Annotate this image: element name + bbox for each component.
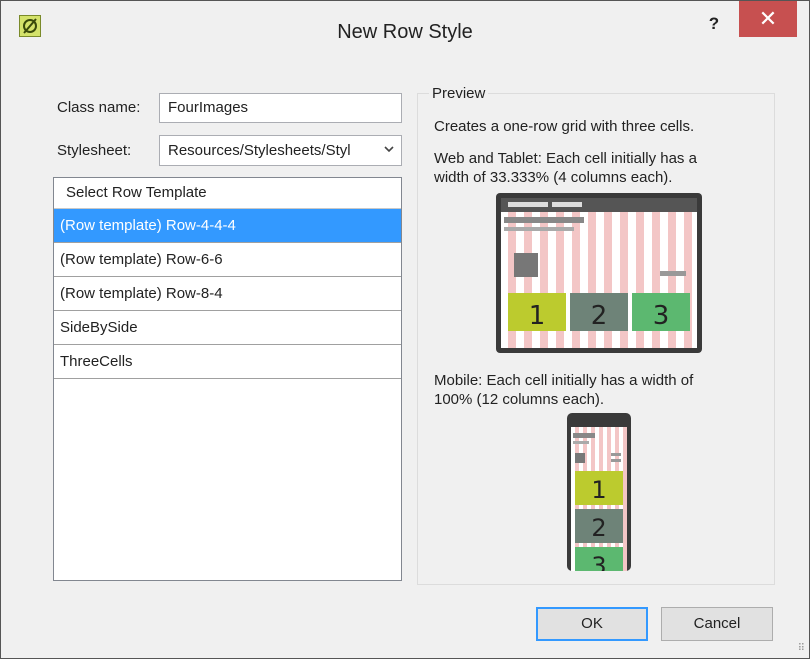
list-item-row-6-6[interactable]: (Row template) Row-6-6	[54, 243, 401, 277]
mobile-text-line1: Mobile: Each cell initially has a width …	[434, 372, 694, 389]
web-cell-2-label: 2	[591, 301, 608, 331]
dialog-title: New Row Style	[337, 21, 473, 43]
web-tablet-preview-image: 1 2 3	[496, 193, 702, 353]
mobile-cell-2-label: 2	[591, 514, 606, 542]
stylesheet-label: Stylesheet:	[57, 142, 132, 159]
preview-legend: Preview	[429, 85, 489, 102]
list-item-threecells[interactable]: ThreeCells	[54, 345, 401, 379]
mobile-cell-1-label: 1	[591, 476, 606, 504]
close-button[interactable]: ✕	[739, 1, 797, 37]
chevron-down-icon	[383, 142, 395, 158]
row-template-list[interactable]: Select Row Template (Row template) Row-4…	[53, 177, 402, 581]
stylesheet-select-value: Resources/Stylesheets/Styl	[168, 142, 351, 159]
list-item-sidebyside[interactable]: SideBySide	[54, 311, 401, 345]
stylesheet-select[interactable]: Resources/Stylesheets/Styl	[159, 135, 402, 166]
cancel-button[interactable]: Cancel	[661, 607, 773, 641]
new-row-style-dialog: New Row Style ? ✕ Class name: FourImages…	[0, 0, 810, 659]
mobile-cell-3-label: 3	[591, 552, 606, 571]
web-tablet-text-line1: Web and Tablet: Each cell initially has …	[434, 150, 697, 167]
list-item-row-4-4-4[interactable]: (Row template) Row-4-4-4	[54, 209, 401, 243]
mobile-preview-image: 1 2 3	[567, 413, 631, 571]
preview-description: Creates a one-row grid with three cells.	[434, 118, 695, 135]
mobile-text-line2: 100% (12 columns each).	[434, 391, 605, 408]
list-item-row-8-4[interactable]: (Row template) Row-8-4	[54, 277, 401, 311]
web-cell-1-label: 1	[529, 301, 546, 331]
resize-grip-icon[interactable]: ⠿	[798, 643, 805, 654]
web-tablet-text-line2: width of 33.333% (4 columns each).	[434, 169, 673, 186]
web-cell-3-label: 3	[653, 301, 670, 331]
ok-button[interactable]: OK	[536, 607, 648, 641]
class-name-input[interactable]: FourImages	[159, 93, 402, 123]
class-name-label: Class name:	[57, 99, 141, 116]
help-button[interactable]: ?	[701, 11, 727, 37]
title-bar: New Row Style ? ✕	[1, 1, 809, 63]
row-template-list-header: Select Row Template	[54, 178, 401, 209]
